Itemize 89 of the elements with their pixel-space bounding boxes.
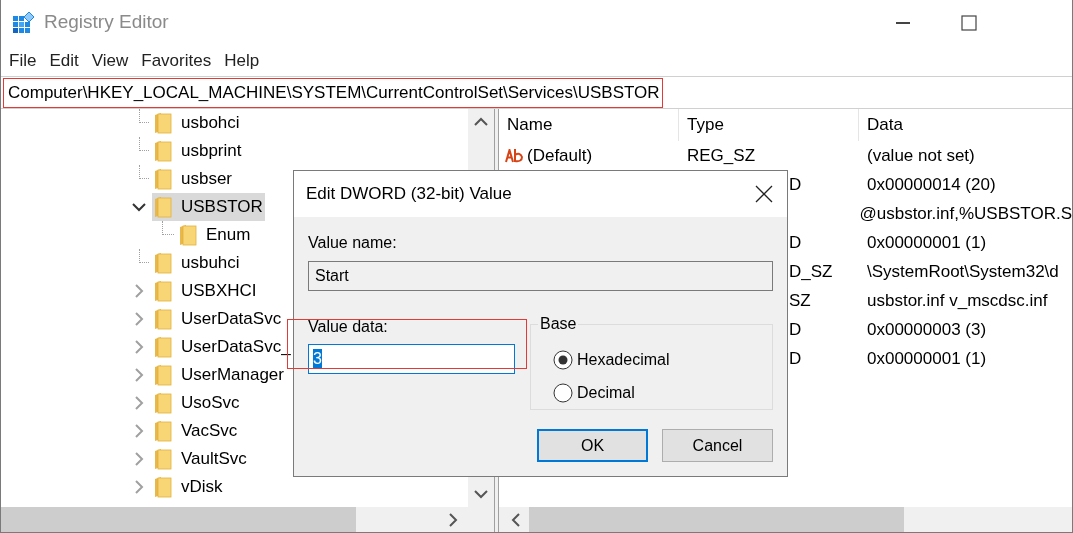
close-icon[interactable]	[755, 185, 773, 203]
minimize-icon	[896, 21, 910, 24]
scrollbar-thumb[interactable]	[529, 507, 904, 532]
table-cell: 0x00000001 (1)	[867, 232, 987, 252]
chevron-right-icon[interactable]	[134, 396, 144, 410]
folder-icon	[154, 476, 172, 498]
table-cell: (value not set)	[867, 145, 975, 165]
folder-icon	[154, 448, 172, 470]
value-data-field[interactable]: 3	[308, 344, 515, 374]
scroll-up-icon[interactable]	[474, 117, 488, 127]
tree-item[interactable]: UserManager	[152, 361, 286, 389]
menu-item[interactable]: Help	[218, 47, 266, 74]
dialog-button[interactable]: Cancel	[662, 429, 773, 462]
radio-icon[interactable]	[553, 349, 573, 370]
window-title: Registry Editor	[44, 10, 169, 35]
tree-item[interactable]: UsoSvc	[152, 389, 242, 417]
folder-icon	[154, 252, 172, 274]
chevron-right-icon[interactable]	[134, 340, 144, 354]
folder-icon	[154, 308, 172, 330]
chevron-right-icon[interactable]	[134, 480, 144, 494]
table-cell: 0x00000001 (1)	[867, 348, 987, 368]
folder-icon	[154, 140, 172, 162]
table-cell: D	[789, 348, 802, 368]
tree-item[interactable]: USBSTOR	[152, 193, 265, 221]
folder-icon	[179, 224, 197, 246]
table-cell: usbstor.inf v_mscdsc.inf	[867, 290, 1048, 310]
value-name-field[interactable]: Start	[308, 261, 773, 291]
chevron-right-icon[interactable]	[134, 452, 144, 466]
table-cell: D	[789, 232, 802, 252]
tree-item[interactable]: vDisk	[152, 473, 225, 501]
radio-icon[interactable]	[553, 382, 573, 403]
scroll-right-icon[interactable]	[448, 512, 458, 527]
app-icon	[12, 10, 36, 35]
radio-option[interactable]: Hexadecimal	[553, 343, 772, 376]
table-cell: REG_SZ	[687, 145, 756, 165]
tree-item[interactable]: VaultSvc	[152, 445, 249, 473]
tree-item[interactable]: USBXHCI	[152, 277, 259, 305]
folder-icon	[154, 112, 172, 134]
tree-item[interactable]: usbser	[152, 165, 235, 193]
folder-icon	[154, 196, 172, 218]
table-cell: D	[789, 174, 802, 194]
tree-line-drawing	[139, 165, 149, 179]
tree-line-drawing	[139, 109, 149, 123]
tree-line-drawing	[139, 137, 149, 151]
menu-item[interactable]: File	[3, 47, 43, 74]
tree-item[interactable]: usbuhci	[152, 249, 242, 277]
string-value-icon	[505, 148, 523, 163]
chevron-right-icon[interactable]	[134, 284, 144, 298]
chevron-down-icon[interactable]	[132, 202, 146, 212]
table-cell: @usbstor.inf,%USBSTOR.S	[859, 203, 1072, 223]
address-path[interactable]: Computer\HKEY_LOCAL_MACHINE\SYSTEM\CurrentControlSet\Services\USBSTOR	[3, 77, 663, 108]
folder-icon	[154, 392, 172, 414]
field-label: Value name:	[308, 233, 398, 253]
chevron-right-icon[interactable]	[134, 312, 144, 326]
chevron-right-icon[interactable]	[134, 368, 144, 382]
tree-item[interactable]: usbprint	[152, 137, 244, 165]
maximize-icon	[961, 14, 977, 31]
dialog-title: Edit DWORD (32-bit) Value	[306, 183, 513, 206]
scrollbar-thumb[interactable]	[1, 507, 356, 532]
folder-icon	[154, 280, 172, 302]
tree-line-drawing	[139, 249, 149, 263]
table-cell: 0x00000014 (20)	[867, 174, 996, 194]
tree-item[interactable]: usbohci	[152, 109, 242, 137]
folder-icon	[154, 420, 172, 442]
table-cell: \SystemRoot\System32\d	[867, 261, 1059, 281]
tree-item[interactable]: Enum	[177, 221, 253, 249]
folder-icon	[154, 336, 172, 358]
scroll-left-icon[interactable]	[511, 512, 521, 527]
menu-item[interactable]: View	[85, 47, 135, 74]
column-header[interactable]: Type	[679, 109, 859, 141]
radio-option[interactable]: Decimal	[553, 376, 772, 409]
tree-line-drawing	[162, 221, 174, 235]
tree-item[interactable]: VacSvc	[152, 417, 240, 445]
scroll-down-icon[interactable]	[474, 489, 488, 499]
column-header[interactable]: Name	[499, 109, 679, 141]
folder-icon	[154, 364, 172, 386]
table-cell: D_SZ	[789, 261, 833, 281]
table-cell: D	[789, 319, 802, 339]
column-header[interactable]: Data	[859, 109, 1072, 141]
menu-item[interactable]: Favorites	[135, 47, 218, 74]
table-cell: 0x00000003 (3)	[867, 319, 987, 339]
value-name[interactable]: (Default)	[527, 142, 593, 169]
folder-icon	[154, 168, 172, 190]
menu-item[interactable]: Edit	[43, 47, 85, 74]
table-cell: SZ	[789, 290, 811, 310]
field-label: Value data:	[308, 317, 389, 337]
dialog-button[interactable]: OK	[537, 429, 648, 462]
chevron-right-icon[interactable]	[134, 424, 144, 438]
tree-item[interactable]: UserDataSvc	[152, 305, 284, 333]
